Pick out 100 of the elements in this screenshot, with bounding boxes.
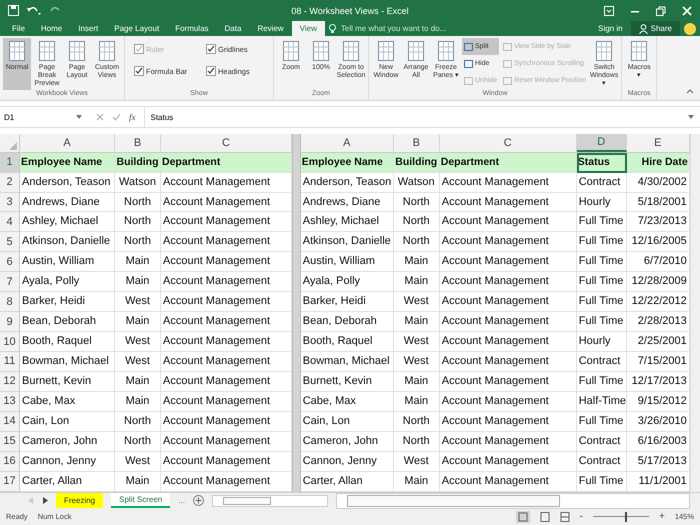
page-break-view-icon[interactable] bbox=[560, 512, 570, 522]
table-cell: Cannon, Jenny bbox=[20, 452, 115, 472]
row-header[interactable]: 17 bbox=[0, 472, 20, 492]
undo-icon[interactable] bbox=[27, 5, 41, 16]
ribbon-tab[interactable]: Review bbox=[249, 21, 292, 36]
table-cell: Barker, Heidi bbox=[20, 292, 115, 312]
sheet-tab[interactable]: Freezing bbox=[56, 493, 104, 508]
zoom-slider-thumb[interactable] bbox=[624, 512, 627, 522]
zoom-in-button[interactable]: + bbox=[658, 511, 665, 522]
table-cell: Employee Name bbox=[20, 152, 115, 173]
row-header[interactable]: 13 bbox=[0, 392, 20, 412]
row-header[interactable]: 10 bbox=[0, 332, 20, 352]
ribbon-tab[interactable]: Page Layout bbox=[106, 21, 168, 36]
row-header[interactable]: 1 bbox=[0, 152, 20, 173]
check-icon[interactable] bbox=[112, 113, 121, 122]
row-header[interactable]: 12 bbox=[0, 372, 20, 392]
normal-view-icon[interactable] bbox=[516, 510, 530, 523]
next-sheet-icon[interactable] bbox=[42, 497, 48, 504]
table-cell: Atkinson, Danielle bbox=[20, 232, 115, 252]
row-header[interactable]: 11 bbox=[0, 352, 20, 372]
collapse-ribbon-icon[interactable] bbox=[686, 88, 694, 94]
table-cell: Full Time bbox=[576, 312, 627, 332]
formula-input[interactable]: Status bbox=[144, 107, 700, 127]
table-cell: West bbox=[115, 352, 161, 372]
zoom-out-button[interactable]: - bbox=[580, 511, 583, 522]
tell-me-field[interactable]: Tell me what you want to do... bbox=[328, 21, 463, 36]
ribbon-options-icon[interactable] bbox=[604, 6, 614, 16]
table-cell: Building bbox=[394, 152, 440, 173]
table-cell: Account Management bbox=[440, 332, 577, 352]
close-icon[interactable] bbox=[682, 6, 692, 16]
column-header[interactable]: B bbox=[115, 134, 161, 152]
sheet-tab[interactable]: Split Screen bbox=[111, 493, 170, 508]
add-sheet-icon[interactable] bbox=[192, 495, 204, 506]
expand-caret-icon[interactable] bbox=[688, 115, 694, 120]
table-cell: Booth, Raquel bbox=[20, 332, 115, 352]
save-icon[interactable] bbox=[8, 5, 19, 16]
ribbon-tab[interactable]: Formulas bbox=[167, 21, 217, 36]
page-layout-view-icon[interactable] bbox=[540, 512, 550, 522]
ribbon-tab[interactable]: Data bbox=[216, 21, 250, 36]
row-header[interactable]: 4 bbox=[0, 212, 20, 232]
sheet-icon bbox=[7, 40, 27, 62]
dropdown-caret-icon[interactable] bbox=[76, 115, 82, 120]
restore-icon[interactable] bbox=[656, 6, 666, 16]
table-cell: Building bbox=[115, 152, 161, 173]
table-cell: Austin, William bbox=[20, 252, 115, 272]
lightbulb-icon bbox=[328, 24, 336, 34]
table-cell: Ayala, Polly bbox=[300, 272, 394, 292]
table-cell: West bbox=[115, 452, 161, 472]
sheet-icon bbox=[406, 40, 426, 62]
ribbon-tab[interactable]: File bbox=[4, 21, 33, 36]
insert-function-button[interactable]: fx bbox=[129, 112, 136, 122]
table-cell: Barker, Heidi bbox=[300, 292, 394, 312]
table-cell: Full Time bbox=[576, 212, 627, 232]
row-header[interactable]: 16 bbox=[0, 452, 20, 472]
table-cell: Account Management bbox=[440, 452, 577, 472]
column-header[interactable]: B bbox=[394, 134, 440, 152]
table-cell: Main bbox=[394, 252, 440, 272]
table-cell: Account Management bbox=[440, 372, 577, 392]
row-header[interactable]: 9 bbox=[0, 312, 20, 332]
row-header[interactable]: 5 bbox=[0, 232, 20, 252]
sign-in-link[interactable]: Sign in bbox=[598, 24, 623, 34]
ribbon-tab[interactable]: Home bbox=[32, 21, 70, 36]
table-cell: Anderson, Teason bbox=[300, 172, 394, 193]
table-cell: North bbox=[115, 432, 161, 452]
row-header[interactable]: 14 bbox=[0, 412, 20, 432]
vertical-scrollbar[interactable] bbox=[690, 134, 700, 492]
row-header[interactable]: 15 bbox=[0, 432, 20, 452]
column-header[interactable]: A bbox=[300, 134, 394, 152]
table-cell: Account Management bbox=[440, 232, 577, 252]
sheet-icon bbox=[594, 40, 614, 62]
row-header[interactable]: 7 bbox=[0, 272, 20, 292]
column-header[interactable]: A bbox=[20, 134, 115, 152]
row-header[interactable]: 3 bbox=[0, 192, 20, 212]
ribbon-tab[interactable]: View bbox=[292, 21, 325, 36]
table-cell: Hourly bbox=[576, 192, 627, 212]
table-cell: Contract bbox=[576, 452, 627, 472]
table-cell: Main bbox=[115, 312, 161, 332]
horizontal-scrollbar[interactable] bbox=[336, 492, 690, 509]
table-cell: Watson bbox=[394, 172, 440, 193]
table-cell: Cabe, Max bbox=[20, 392, 115, 412]
more-sheets-button[interactable]: ... bbox=[178, 496, 185, 506]
table-cell: Account Management bbox=[440, 432, 577, 452]
row-header[interactable]: 2 bbox=[0, 172, 20, 193]
table-cell: Full Time bbox=[576, 272, 627, 292]
table-cell: Main bbox=[394, 312, 440, 332]
avatar-icon[interactable] bbox=[684, 22, 696, 35]
table-cell: Cabe, Max bbox=[300, 392, 394, 412]
table-cell: Employee Name bbox=[300, 152, 394, 173]
row-header[interactable]: 6 bbox=[0, 252, 20, 272]
row-header[interactable]: 8 bbox=[0, 292, 20, 312]
table-cell: Ashley, Michael bbox=[20, 212, 115, 232]
column-header[interactable]: D bbox=[576, 134, 627, 152]
share-button[interactable]: Share bbox=[630, 21, 680, 36]
ribbon-tab[interactable]: Insert bbox=[70, 21, 106, 36]
table-cell: West bbox=[394, 352, 440, 372]
table-cell: Account Management bbox=[440, 352, 577, 372]
table-cell: Department bbox=[161, 152, 292, 173]
horizontal-scrollbar[interactable] bbox=[212, 494, 328, 507]
name-box[interactable]: D1 bbox=[4, 112, 88, 122]
table-cell: North bbox=[394, 192, 440, 212]
